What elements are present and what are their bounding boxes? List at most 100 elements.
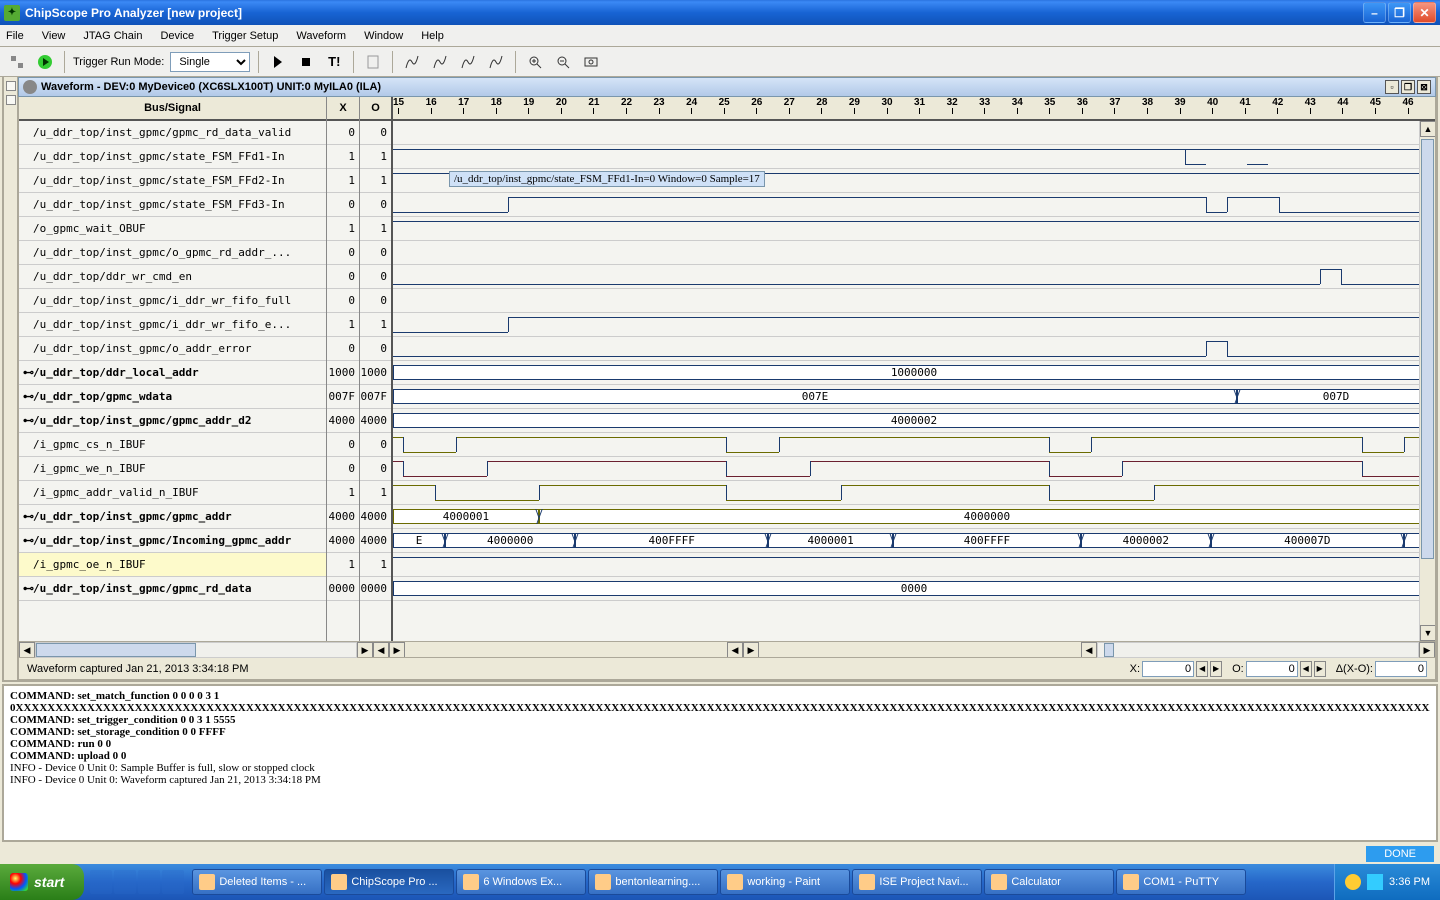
open-cable-button[interactable] xyxy=(6,51,28,73)
message-console[interactable]: COMMAND: set_match_function 0 0 0 0 3 10… xyxy=(2,684,1438,842)
taskbar-app-button[interactable]: bentonlearning.... xyxy=(588,869,718,895)
menu-jtag-chain[interactable]: JTAG Chain xyxy=(83,30,142,42)
subwin-max-button[interactable]: ❐ xyxy=(1401,80,1415,94)
zoom-out-button[interactable] xyxy=(552,51,574,73)
waveform-row[interactable]: 1000000 xyxy=(393,361,1435,385)
taskbar-app-button[interactable]: Calculator xyxy=(984,869,1114,895)
quick-launch-item[interactable] xyxy=(138,870,160,894)
stop-button[interactable] xyxy=(295,51,317,73)
o-scroll-right-button[interactable]: ▶ xyxy=(743,642,759,658)
sig-scroll-right-button[interactable]: ▶ xyxy=(357,642,373,658)
start-button[interactable]: start xyxy=(0,864,84,900)
subwin-close-button[interactable]: ⊠ xyxy=(1417,80,1431,94)
waveform-row[interactable] xyxy=(393,121,1435,145)
waveform-row[interactable]: E4000000400FFFF4000001400FFFF40000024000… xyxy=(393,529,1435,553)
waveform-column[interactable]: 1516171819202122232425262728293031323334… xyxy=(393,97,1435,641)
trigger-immediate-button[interactable]: T! xyxy=(323,51,345,73)
o-next-button[interactable]: ▶ xyxy=(1314,661,1326,677)
goto-x-button[interactable] xyxy=(401,51,423,73)
doc-button[interactable] xyxy=(362,51,384,73)
waveform-row[interactable] xyxy=(393,193,1435,217)
minimize-button[interactable]: – xyxy=(1363,2,1386,23)
signal-name[interactable]: /i_gpmc_we_n_IBUF xyxy=(19,457,326,481)
signal-name[interactable]: /o_gpmc_wait_OBUF xyxy=(19,217,326,241)
signal-name[interactable]: /u_ddr_top/inst_gpmc/state_FSM_FFd1-In xyxy=(19,145,326,169)
menu-device[interactable]: Device xyxy=(160,30,194,42)
waveform-row[interactable] xyxy=(393,457,1435,481)
signal-name[interactable]: /u_ddr_top/inst_gpmc/i_ddr_wr_fifo_e... xyxy=(19,313,326,337)
dock-slot[interactable] xyxy=(6,81,16,91)
signal-name[interactable]: ⊷ /u_ddr_top/gpmc_wdata xyxy=(19,385,326,409)
scroll-down-button[interactable]: ▼ xyxy=(1420,625,1435,641)
goto-next-button[interactable] xyxy=(485,51,507,73)
waveform-row[interactable] xyxy=(393,265,1435,289)
time-ruler[interactable]: 1516171819202122232425262728293031323334… xyxy=(393,97,1435,121)
o-prev-button[interactable]: ◀ xyxy=(1300,661,1312,677)
signal-name[interactable]: ⊷ /u_ddr_top/inst_gpmc/Incoming_gpmc_add… xyxy=(19,529,326,553)
signal-name[interactable]: /u_ddr_top/inst_gpmc/state_FSM_FFd2-In xyxy=(19,169,326,193)
x-cursor-field[interactable] xyxy=(1142,661,1194,677)
taskbar-app-button[interactable]: ISE Project Navi... xyxy=(852,869,982,895)
zoom-fit-button[interactable] xyxy=(580,51,602,73)
waveform-row[interactable]: 0000 xyxy=(393,577,1435,601)
vertical-scrollbar[interactable]: ▲ ▼ xyxy=(1419,121,1435,641)
wave-scroll-thumb[interactable] xyxy=(1104,643,1114,657)
signal-name[interactable]: /u_ddr_top/inst_gpmc/i_ddr_wr_fifo_full xyxy=(19,289,326,313)
zoom-in-button[interactable] xyxy=(524,51,546,73)
waveform-row[interactable] xyxy=(393,337,1435,361)
o-scroll-left-button[interactable]: ◀ xyxy=(727,642,743,658)
signal-name[interactable]: /u_ddr_top/inst_gpmc/o_gpmc_rd_addr_... xyxy=(19,241,326,265)
x-scroll-right-button[interactable]: ▶ xyxy=(389,642,405,658)
tray-clock[interactable]: 3:36 PM xyxy=(1389,876,1430,888)
subwindow-titlebar[interactable]: Waveform - DEV:0 MyDevice0 (XC6SLX100T) … xyxy=(18,77,1436,97)
waveform-row[interactable]: 40000014000000 xyxy=(393,505,1435,529)
signal-name[interactable]: ⊷ /u_ddr_top/inst_gpmc/gpmc_addr xyxy=(19,505,326,529)
maximize-button[interactable]: ❐ xyxy=(1388,2,1411,23)
x-next-button[interactable]: ▶ xyxy=(1210,661,1222,677)
waveform-row[interactable] xyxy=(393,145,1435,169)
system-tray[interactable]: 3:36 PM xyxy=(1334,864,1440,900)
trigger-run-mode-select[interactable]: Single xyxy=(170,52,250,72)
signal-name[interactable]: /u_ddr_top/inst_gpmc/gpmc_rd_data_valid xyxy=(19,121,326,145)
signal-name[interactable]: ⊷ /u_ddr_top/ddr_local_addr xyxy=(19,361,326,385)
waveform-row[interactable] xyxy=(393,241,1435,265)
menu-waveform[interactable]: Waveform xyxy=(296,30,346,42)
trigger-now-button[interactable] xyxy=(34,51,56,73)
signal-name[interactable]: /i_gpmc_addr_valid_n_IBUF xyxy=(19,481,326,505)
sig-scroll-track[interactable] xyxy=(35,642,357,658)
waveform-row[interactable] xyxy=(393,553,1435,577)
waveform-row[interactable] xyxy=(393,217,1435,241)
goto-prev-button[interactable] xyxy=(457,51,479,73)
run-button[interactable] xyxy=(267,51,289,73)
goto-o-button[interactable] xyxy=(429,51,451,73)
menu-window[interactable]: Window xyxy=(364,30,403,42)
x-prev-button[interactable]: ◀ xyxy=(1196,661,1208,677)
menu-file[interactable]: File xyxy=(6,30,24,42)
quick-launch-item[interactable] xyxy=(114,870,136,894)
signal-name[interactable]: ⊷ /u_ddr_top/inst_gpmc/gpmc_addr_d2 xyxy=(19,409,326,433)
waveform-row[interactable] xyxy=(393,481,1435,505)
x-column-header[interactable]: X xyxy=(327,97,359,121)
sig-scroll-left-button[interactable]: ◀ xyxy=(19,642,35,658)
o-cursor-field[interactable] xyxy=(1246,661,1298,677)
waveform-row[interactable]: 4000002 xyxy=(393,409,1435,433)
vertical-scroll-thumb[interactable] xyxy=(1421,139,1434,559)
taskbar-app-button[interactable]: COM1 - PuTTY xyxy=(1116,869,1246,895)
waveform-row[interactable]: 007E007D xyxy=(393,385,1435,409)
sig-scroll-thumb[interactable] xyxy=(36,643,196,657)
waveform-row[interactable] xyxy=(393,289,1435,313)
x-scroll-left-button[interactable]: ◀ xyxy=(373,642,389,658)
wave-scroll-left-button[interactable]: ◀ xyxy=(1081,642,1097,658)
taskbar-app-button[interactable]: Deleted Items - ... xyxy=(192,869,322,895)
tray-icon[interactable] xyxy=(1345,874,1361,890)
taskbar-app-button[interactable]: working - Paint xyxy=(720,869,850,895)
signal-name[interactable]: /u_ddr_top/inst_gpmc/o_addr_error xyxy=(19,337,326,361)
menu-view[interactable]: View xyxy=(42,30,66,42)
close-button[interactable]: ✕ xyxy=(1413,2,1436,23)
signal-name[interactable]: /i_gpmc_oe_n_IBUF xyxy=(19,553,326,577)
wave-scroll-track[interactable] xyxy=(1097,642,1419,658)
taskbar-app-button[interactable]: ChipScope Pro ... xyxy=(324,869,454,895)
signal-name[interactable]: /u_ddr_top/ddr_wr_cmd_en xyxy=(19,265,326,289)
menu-trigger-setup[interactable]: Trigger Setup xyxy=(212,30,278,42)
tray-icon[interactable] xyxy=(1367,874,1383,890)
